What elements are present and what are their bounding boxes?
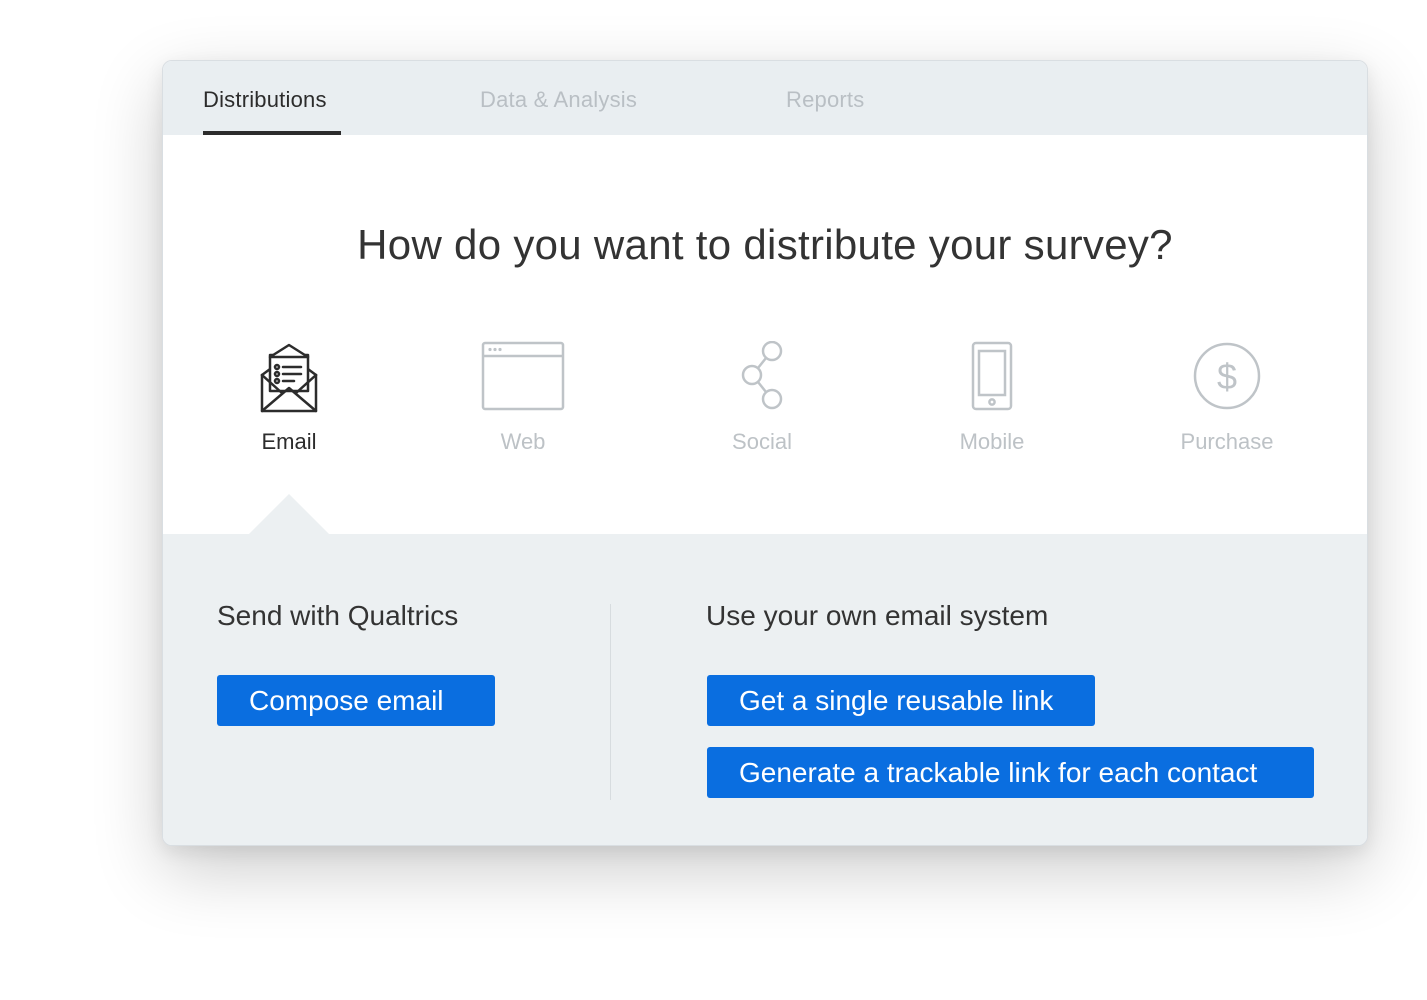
own-email-system-title: Use your own email system — [706, 600, 1049, 631]
selected-channel-pointer — [249, 494, 329, 534]
tab-bar: Distributions Data & Analysis Reports — [163, 61, 1367, 135]
channel-label-purchase: Purchase — [1180, 429, 1274, 454]
dollar-circle-icon: $ — [1193, 342, 1261, 410]
active-tab-indicator — [203, 131, 341, 135]
page-title: How do you want to distribute your surve… — [357, 221, 1173, 268]
trackable-link-button[interactable]: Generate a trackable link for each conta… — [707, 747, 1314, 798]
envelope-icon — [260, 343, 318, 413]
channel-label-mobile: Mobile — [959, 429, 1025, 454]
tab-distributions[interactable]: Distributions — [203, 87, 327, 113]
share-nodes-icon — [741, 341, 783, 410]
reusable-link-button[interactable]: Get a single reusable link — [707, 675, 1095, 726]
channel-label-email: Email — [261, 429, 317, 454]
tab-data-analysis[interactable]: Data & Analysis — [480, 87, 637, 113]
distribution-window: Distributions Data & Analysis Reports Ho… — [162, 60, 1368, 846]
compose-email-button[interactable]: Compose email — [217, 675, 495, 726]
channel-web[interactable]: Web — [453, 341, 593, 455]
email-options-panel: Send with Qualtrics Compose email Use yo… — [163, 494, 1367, 845]
channel-mobile[interactable]: Mobile — [922, 341, 1062, 455]
send-with-qualtrics-title: Send with Qualtrics — [217, 600, 459, 631]
channel-social[interactable]: Social — [692, 341, 832, 455]
tab-reports[interactable]: Reports — [786, 87, 864, 113]
channel-label-web: Web — [500, 429, 546, 454]
channel-email[interactable]: Email — [219, 341, 359, 455]
channel-label-social: Social — [732, 429, 792, 454]
mobile-phone-icon — [971, 341, 1013, 411]
section-divider — [610, 604, 611, 800]
svg-text:$: $ — [1217, 356, 1237, 397]
channel-purchase[interactable]: $ Purchase — [1157, 341, 1297, 455]
browser-window-icon — [481, 341, 565, 411]
